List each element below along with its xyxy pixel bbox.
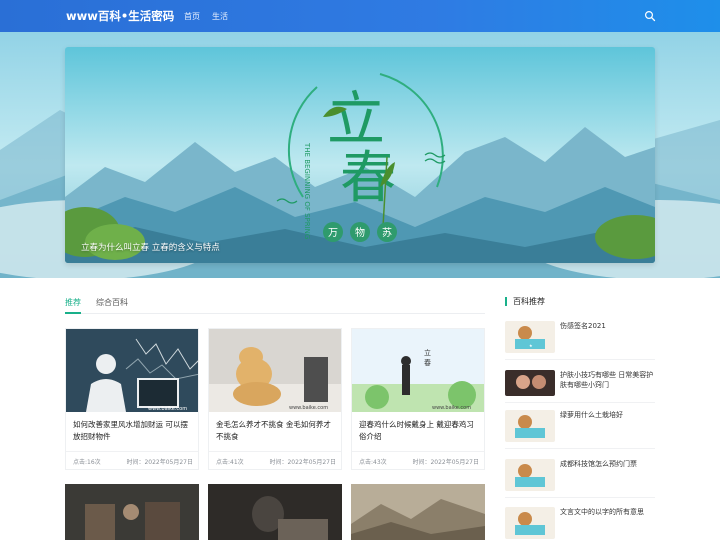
article-thumbnail[interactable]: [208, 484, 342, 540]
hits-count: 点击:16次: [73, 459, 101, 466]
publish-date: 时间：2022年05月27日: [126, 459, 193, 466]
hero-banner[interactable]: 立 春 THE BEGINNING OF SPRING 万 物 苏 立春为什么叫…: [65, 47, 655, 263]
article-title[interactable]: 如何改善家里风水增加财运 可以摆放招财物件: [73, 419, 193, 443]
article-title[interactable]: 金毛怎么养才不挑食 金毛如何养才不挑食: [216, 419, 336, 443]
sidebar-item-title[interactable]: 文言文中的以字的所有意思: [560, 507, 656, 517]
publish-date: 时间：2022年05月27日: [269, 459, 336, 466]
sidebar-heading: 百科推荐: [505, 297, 545, 306]
thumb-watermark: www.baike.com: [289, 405, 328, 411]
hits-count: 点击:41次: [216, 459, 244, 466]
article-meta: 点击:41次 时间：2022年05月27日: [216, 457, 336, 466]
sidebar-thumbnail[interactable]: [505, 410, 555, 442]
article-card[interactable]: www.baike.com 金毛怎么养才不挑食 金毛如何养才不挑食 点击:41次…: [208, 328, 342, 470]
sidebar-item[interactable]: 成都科技馆怎么预约门票: [505, 459, 655, 499]
sidebar-item-title[interactable]: 绿萝用什么土栽培好: [560, 410, 656, 420]
banner-char-li: 立: [327, 85, 385, 153]
svg-text:春: 春: [424, 358, 431, 367]
article-card[interactable]: [208, 484, 342, 540]
divider: [505, 359, 655, 360]
thumb-watermark: www.baike.com: [432, 405, 471, 411]
banner-illustration: 立 春 THE BEGINNING OF SPRING 万 物 苏: [65, 47, 655, 263]
tab-recommend[interactable]: 推荐: [65, 297, 81, 314]
article-card[interactable]: www.baike.com 如何改善家里风水增加财运 可以摆放招财物件 点击:1…: [65, 328, 199, 470]
article-thumbnail[interactable]: www.baike.com: [209, 329, 341, 412]
divider: [209, 451, 341, 452]
article-title[interactable]: 迎春鸡什么时候戴身上 戴迎春鸡习俗介绍: [359, 419, 479, 443]
divider: [66, 451, 198, 452]
sidebar-thumbnail[interactable]: [505, 507, 555, 539]
sidebar-item[interactable]: 文言文中的以字的所有意思: [505, 507, 655, 540]
sidebar-item-title[interactable]: 护肤小技巧有哪些 日常美容护肤有哪些小窍门: [560, 370, 656, 390]
article-card[interactable]: 立 春 www.baike.com 迎春鸡什么时候戴身上 戴迎春鸡习俗介绍 点击…: [351, 328, 485, 470]
sidebar-item-title[interactable]: 成都科技馆怎么预约门票: [560, 459, 656, 469]
sidebar-item-title[interactable]: 伤感签名2021: [560, 321, 656, 331]
top-header: www百科•生活密码 首页 生活: [0, 0, 720, 32]
main-content: 推荐 综合百科 www.baike.com 如何改善家里风水增加财运 可以摆放招…: [0, 278, 720, 540]
article-card[interactable]: [351, 484, 485, 540]
tab-general[interactable]: 综合百科: [96, 297, 128, 314]
search-icon[interactable]: [644, 10, 656, 22]
publish-date: 时间：2022年05月27日: [412, 459, 479, 466]
svg-text:★: ★: [529, 343, 533, 348]
sidebar-thumbnail[interactable]: ★: [505, 321, 555, 353]
article-meta: 点击:16次 时间：2022年05月27日: [73, 457, 193, 466]
article-card[interactable]: [65, 484, 199, 540]
sidebar-thumbnail[interactable]: [505, 370, 555, 396]
divider: [505, 402, 655, 403]
article-meta: 点击:43次 时间：2022年05月27日: [359, 457, 479, 466]
sidebar-item[interactable]: 护肤小技巧有哪些 日常美容护肤有哪些小窍门: [505, 370, 655, 410]
svg-text:立: 立: [424, 348, 431, 357]
hits-count: 点击:43次: [359, 459, 387, 466]
article-thumbnail[interactable]: [351, 484, 485, 540]
divider: [505, 497, 655, 498]
nav-item-home[interactable]: 首页: [184, 11, 200, 22]
article-thumbnail[interactable]: [65, 484, 199, 540]
sidebar-thumbnail[interactable]: [505, 459, 555, 491]
article-thumbnail[interactable]: www.baike.com: [66, 329, 198, 412]
thumb-watermark: www.baike.com: [148, 406, 187, 412]
sidebar-item[interactable]: 绿萝用什么土栽培好: [505, 410, 655, 450]
banner-caption[interactable]: 立春为什么叫立春 立春的含义与特点: [81, 241, 220, 253]
nav-item-life[interactable]: 生活: [212, 11, 228, 22]
article-thumbnail[interactable]: 立 春 www.baike.com: [352, 329, 484, 412]
article-tabs: 推荐 综合百科: [65, 297, 485, 314]
site-logo[interactable]: www百科•生活密码: [66, 8, 174, 24]
sidebar-item[interactable]: ★ 伤感签名2021: [505, 321, 655, 361]
divider: [352, 451, 484, 452]
divider: [505, 448, 655, 449]
